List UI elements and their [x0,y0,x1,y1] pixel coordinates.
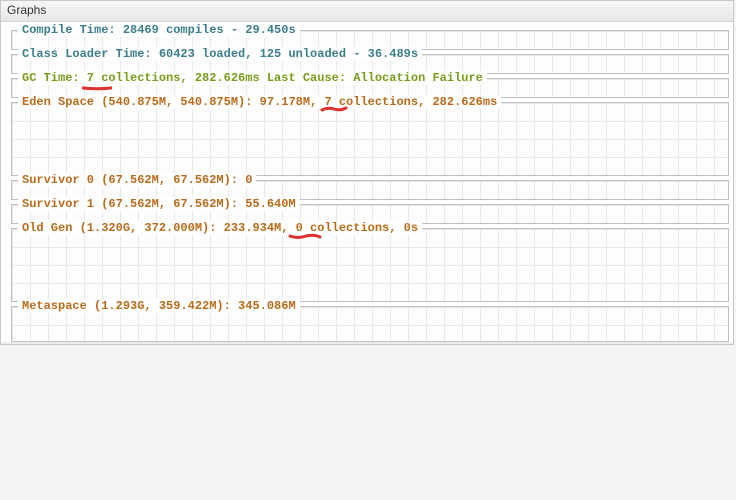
panel-title: Graphs [1,1,733,22]
annotation-gc-collections-underline [82,85,112,91]
graph-legend-survivor-1: Survivor 1 (67.562M, 67.562M): 55.640M [18,197,300,211]
graphs-area: Compile Time: 28469 compiles - 29.450s C… [1,22,733,342]
graphs-panel: Graphs Compile Time: 28469 compiles - 29… [0,0,734,345]
graph-legend-gc-time: GC Time: 7 collections, 282.626ms Last C… [18,71,487,85]
graph-legend-eden-space: Eden Space (540.875M, 540.875M): 97.178M… [18,95,501,109]
graph-eden-space[interactable]: Eden Space (540.875M, 540.875M): 97.178M… [11,102,729,176]
graph-legend-compile-time: Compile Time: 28469 compiles - 29.450s [18,23,300,37]
graph-legend-survivor-0: Survivor 0 (67.562M, 67.562M): 0 [18,173,256,187]
graph-legend-class-loader-time: Class Loader Time: 60423 loaded, 125 unl… [18,47,422,61]
graph-metaspace[interactable]: Metaspace (1.293G, 359.422M): 345.086M [11,306,729,342]
graph-legend-metaspace: Metaspace (1.293G, 359.422M): 345.086M [18,299,300,313]
graph-old-gen[interactable]: Old Gen (1.320G, 372.000M): 233.934M, 0 … [11,228,729,302]
graph-legend-old-gen: Old Gen (1.320G, 372.000M): 233.934M, 0 … [18,221,422,235]
